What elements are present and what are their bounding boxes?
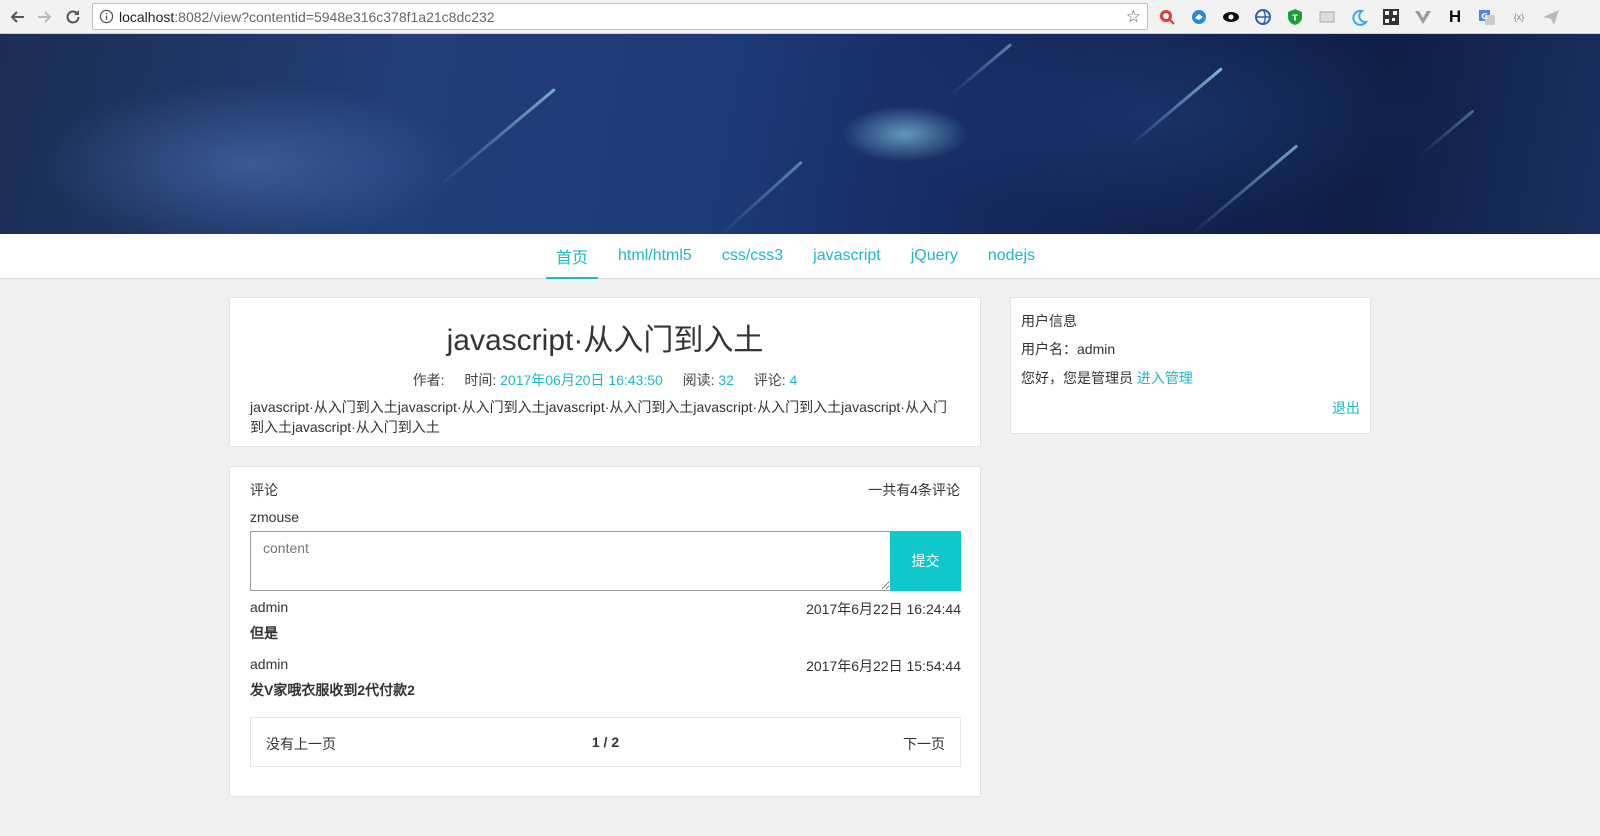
meteor-streak (439, 87, 556, 187)
nav-item-nodejs[interactable]: nodejs (978, 234, 1045, 279)
nav-item-javascript[interactable]: javascript (803, 234, 891, 279)
comment-time: 2017年6月22日 15:54:44 (806, 658, 961, 674)
comments-total: 一共有4条评论 (868, 482, 960, 498)
meteor-streak (1189, 144, 1299, 234)
comment-author: admin (250, 656, 289, 672)
user-info-panel: 用户信息 用户名：admin 您好，您是管理员 进入管理 退出 (1010, 297, 1371, 434)
next-page-button[interactable]: 下一页 (903, 734, 945, 754)
admin-greeting: 您好，您是管理员 进入管理 (1021, 368, 1193, 388)
comments-panel: 评论 一共有4条评论 zmouse 提交 admin 2017年6月22日 16… (229, 466, 981, 797)
json-ext-icon[interactable]: {x} (1507, 6, 1531, 28)
svg-text:T: T (1292, 14, 1298, 23)
svg-text:G: G (1481, 12, 1488, 21)
comment-text: 发V家哦衣服收到2代付款2 (250, 682, 415, 698)
qr-ext-icon[interactable] (1379, 6, 1403, 28)
meteor-streak (1129, 67, 1223, 147)
extensions-bar: T H G {x} (1155, 5, 1571, 29)
address-bar[interactable]: localhost:8082/view?contentid=5948e316c3… (92, 3, 1148, 30)
page-ext-icon[interactable] (1315, 6, 1339, 28)
comment-editor: 提交 (250, 531, 961, 591)
h-ext-icon[interactable]: H (1443, 6, 1467, 28)
eye-ext-icon[interactable] (1219, 6, 1243, 28)
nav-item-html[interactable]: html/html5 (608, 234, 702, 279)
article-body: javascript·从入门到入土javascript·从入门到入土javasc… (250, 399, 947, 435)
translate-ext-icon[interactable]: G (1475, 6, 1499, 28)
header-banner (0, 34, 1600, 234)
back-arrow-icon[interactable] (6, 5, 30, 29)
comment-text: 但是 (250, 625, 278, 641)
time-label: 时间: (464, 372, 497, 388)
info-icon[interactable] (99, 9, 114, 24)
comments-heading: 评论 (250, 482, 278, 498)
vue-ext-icon[interactable] (1411, 6, 1435, 28)
article-panel: javascript·从入门到入土 作者: 时间: 2017年06月20日 16… (229, 297, 981, 447)
time-value: 2017年06月20日 16:43:50 (500, 372, 663, 388)
meteor-streak (718, 160, 803, 234)
comment-time: 2017年6月22日 16:24:44 (806, 601, 961, 617)
greeting-text: 您好，您是管理员 (1021, 370, 1133, 386)
reload-icon[interactable] (61, 5, 85, 29)
nav-item-jquery[interactable]: jQuery (901, 234, 968, 279)
comment-label: 评论: (753, 372, 786, 388)
url-text: localhost:8082/view?contentid=5948e316c3… (119, 9, 495, 25)
user-info-title: 用户信息 (1021, 313, 1077, 329)
page-indicator: 1 / 2 (591, 734, 620, 750)
forward-arrow-icon[interactable] (32, 5, 56, 29)
nav-item-css[interactable]: css/css3 (712, 234, 793, 279)
bookmark-star-icon[interactable]: ☆ (1126, 7, 1141, 27)
username-line: 用户名：admin (1021, 341, 1116, 357)
meteor-streak (1419, 109, 1475, 157)
moon-ext-icon[interactable] (1347, 6, 1371, 28)
enter-admin-link[interactable]: 进入管理 (1137, 370, 1193, 386)
logout-link[interactable]: 退出 (1332, 398, 1360, 418)
read-label: 阅读: (682, 372, 715, 388)
meteor-streak (949, 42, 1013, 97)
comments-pager: 没有上一页 1 / 2 下一页 (250, 717, 961, 767)
bird-ext-icon[interactable] (1187, 6, 1211, 28)
browser-toolbar: localhost:8082/view?contentid=5948e316c3… (0, 0, 1600, 34)
submit-comment-button[interactable]: 提交 (890, 531, 961, 591)
current-username: zmouse (250, 509, 300, 525)
category-nav: 首页 html/html5 css/css3 javascript jQuery… (0, 234, 1600, 279)
author-label: 作者: (412, 372, 445, 388)
globe-ext-icon[interactable] (1251, 6, 1275, 28)
read-count: 32 (718, 372, 734, 388)
nav-item-home[interactable]: 首页 (546, 234, 599, 279)
comment-author: admin (250, 599, 289, 615)
article-title: javascript·从入门到入土 (446, 324, 764, 357)
comment-count: 4 (789, 372, 798, 388)
plane-ext-icon[interactable] (1539, 6, 1563, 28)
comment-input[interactable] (250, 531, 890, 591)
search-ext-icon[interactable] (1155, 6, 1179, 28)
article-meta: 作者: 时间: 2017年06月20日 16:43:50 阅读: 32 评论: … (230, 370, 980, 390)
shield-ext-icon[interactable]: T (1283, 6, 1307, 28)
